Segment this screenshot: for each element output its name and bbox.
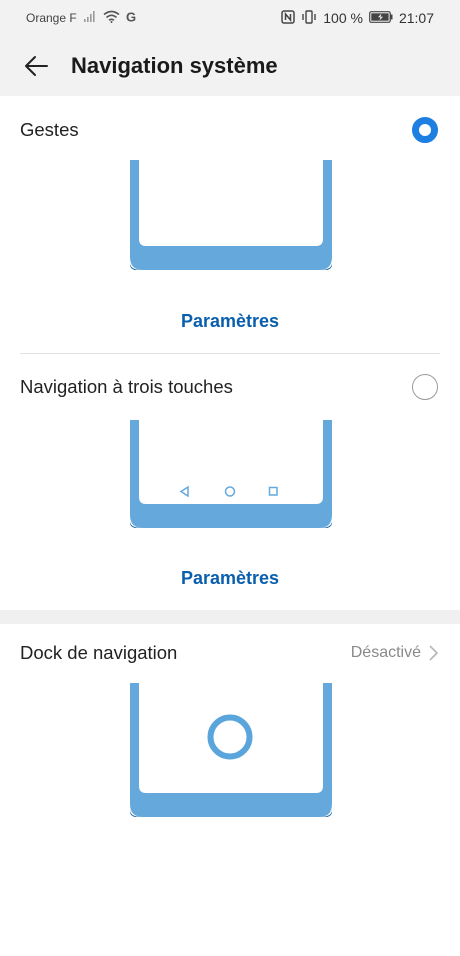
battery-icon	[369, 10, 393, 26]
three-buttons-illustration	[130, 420, 332, 528]
nav-recents-icon	[268, 486, 278, 496]
dock-navigation-label: Dock de navigation	[20, 642, 178, 663]
nav-back-icon	[179, 485, 189, 498]
back-arrow-icon	[25, 56, 48, 76]
vibrate-icon	[301, 9, 317, 27]
three-buttons-radio[interactable]	[412, 374, 438, 400]
battery-level: 100 %	[323, 10, 363, 26]
status-left: Orange F G	[26, 10, 138, 26]
dock-illustration	[130, 683, 332, 817]
dock-navigation-status: Désactivé	[350, 644, 421, 661]
gestures-settings-link[interactable]: Paramètres	[0, 311, 460, 332]
dock-navigation-value[interactable]: Désactivé	[351, 644, 438, 662]
three-buttons-settings-link[interactable]: Paramètres	[0, 568, 460, 589]
status-bar: Orange F G 100 % 21:07	[0, 0, 460, 36]
gestures-radio[interactable]	[412, 117, 438, 143]
option-gestures-label: Gestes	[20, 119, 79, 140]
floating-dock-icon	[207, 714, 253, 760]
nfc-icon	[281, 9, 295, 27]
status-right: 100 % 21:07	[281, 9, 434, 27]
signal-icon	[83, 10, 97, 26]
chevron-right-icon	[429, 645, 438, 661]
option-three-buttons[interactable]: Navigation à trois touches	[0, 361, 460, 413]
section-separator	[0, 610, 460, 624]
clock: 21:07	[398, 10, 434, 26]
svg-text:G: G	[126, 10, 136, 23]
option-gestures[interactable]: Gestes	[0, 104, 460, 156]
wifi-icon	[103, 10, 120, 26]
divider	[20, 353, 440, 354]
app-header: Navigation système	[0, 36, 460, 96]
page-title: Navigation système	[71, 53, 278, 78]
gestures-illustration	[130, 160, 332, 270]
g-icon: G	[126, 10, 138, 26]
dock-navigation-row[interactable]: Dock de navigation Désactivé	[0, 627, 460, 679]
nav-home-icon	[224, 486, 236, 497]
back-button[interactable]	[18, 48, 54, 84]
carrier-name: Orange F	[26, 11, 77, 25]
option-three-buttons-label: Navigation à trois touches	[20, 376, 233, 397]
